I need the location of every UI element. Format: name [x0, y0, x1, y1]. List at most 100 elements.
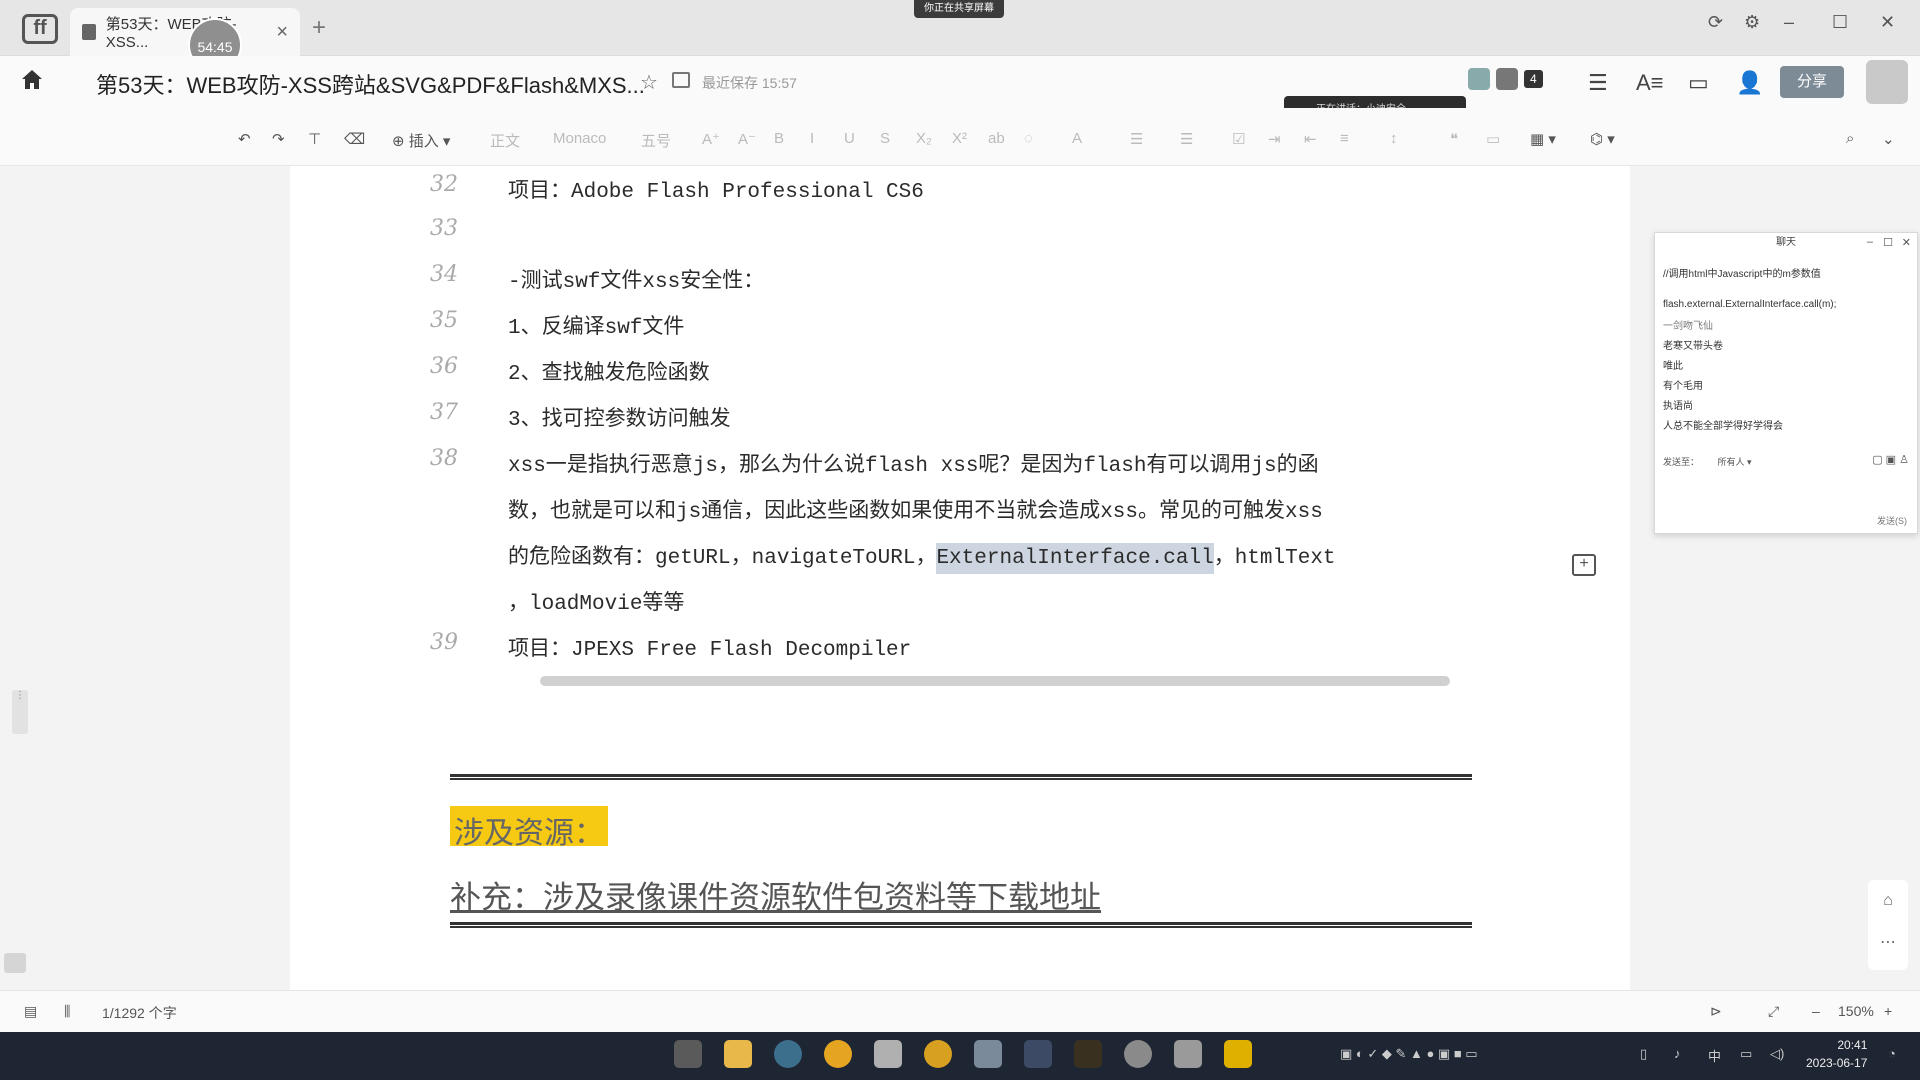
- network-icon[interactable]: ▭: [1740, 1046, 1752, 1062]
- decrease-font-icon[interactable]: A⁻: [738, 130, 756, 148]
- taskbar-app-icon[interactable]: [1174, 1040, 1202, 1068]
- shirt-icon[interactable]: ⌂: [1868, 892, 1908, 910]
- system-tray-icons[interactable]: ▣ ◐ ✓ ◆ ✎ ▲ ● ▣ ■ ▭: [1340, 1046, 1478, 1062]
- chat-window[interactable]: 聊天 – ☐ ✕ //调用html中Javascript中的m参数值 flash…: [1654, 232, 1918, 534]
- chat-maximize-icon[interactable]: ☐: [1883, 236, 1893, 249]
- table-icon[interactable]: ▦ ▾: [1530, 130, 1556, 148]
- increase-font-icon[interactable]: A⁺: [702, 130, 720, 148]
- close-tab-icon[interactable]: ×: [276, 21, 288, 44]
- notification-icon[interactable]: ◔: [1888, 1046, 1896, 1061]
- new-tab-icon[interactable]: +: [312, 14, 326, 42]
- eraser-icon[interactable]: ⌫: [344, 130, 365, 148]
- italic-icon[interactable]: I: [810, 130, 814, 147]
- code-block-scrollbar[interactable]: [540, 676, 1450, 686]
- microphone-icon[interactable]: ♪: [1674, 1046, 1681, 1061]
- vscode-icon[interactable]: [1024, 1040, 1052, 1068]
- line-spacing-icon[interactable]: ↕: [1390, 130, 1398, 147]
- numbered-list-icon[interactable]: ☰: [1180, 130, 1193, 148]
- document-title[interactable]: 第53天：WEB攻防-XSS跨站&SVG&PDF&Flash&MXS...: [96, 68, 645, 100]
- send-to-label: 发送至：: [1663, 457, 1700, 467]
- text-style-icon[interactable]: A≡: [1636, 70, 1664, 96]
- taskbar-app-icon[interactable]: [874, 1040, 902, 1068]
- present-icon[interactable]: ▭: [1688, 70, 1709, 96]
- document-tab[interactable]: 第53天：WEB攻防-XSS... ×: [70, 8, 300, 56]
- tray-expand-icon[interactable]: ▯: [1640, 1046, 1647, 1062]
- chat-minimize-icon[interactable]: –: [1867, 236, 1873, 248]
- plugin-icon[interactable]: ⌬ ▾: [1590, 130, 1615, 148]
- document-page[interactable]: 32 项目：Adobe Flash Professional CS6 33 34…: [290, 166, 1630, 990]
- sync-icon[interactable]: ⟳: [1708, 12, 1723, 33]
- supplement-link[interactable]: 补充：涉及录像课件资源软件包资料等下载地址: [450, 872, 1101, 917]
- file-explorer-icon[interactable]: [724, 1040, 752, 1068]
- home-icon[interactable]: [20, 68, 44, 90]
- superscript-icon[interactable]: X²: [952, 130, 967, 147]
- input-method-icon[interactable]: 中: [1708, 1046, 1721, 1065]
- collaborators[interactable]: 4: [1468, 68, 1543, 90]
- collapse-toolbar-icon[interactable]: ⌄: [1882, 130, 1895, 148]
- taskbar-app-icon[interactable]: [924, 1040, 952, 1068]
- chat-message: 一剑吻飞仙: [1663, 321, 1713, 332]
- outline-icon[interactable]: [4, 953, 26, 973]
- align-icon[interactable]: ≡: [1340, 130, 1349, 147]
- font-size-select[interactable]: 五号: [641, 130, 671, 151]
- subscript-icon[interactable]: X₂: [916, 130, 932, 147]
- zoom-level[interactable]: 150%: [1838, 1003, 1874, 1019]
- text-effect-icon[interactable]: ab: [988, 130, 1005, 147]
- page-view-icon[interactable]: ⫼: [64, 1003, 70, 1020]
- line-text: xss一是指执行恶意js，那么为什么说flash xss呢？是因为flash有可…: [508, 455, 1319, 478]
- bullet-list-icon[interactable]: ☰: [1130, 130, 1143, 148]
- edge-browser-icon[interactable]: [774, 1040, 802, 1068]
- star-icon[interactable]: ☆: [640, 70, 658, 95]
- folder-icon[interactable]: [672, 72, 690, 88]
- flash-app-icon[interactable]: [1074, 1040, 1102, 1068]
- collaborator-icon[interactable]: 👤: [1736, 70, 1763, 96]
- font-family-select[interactable]: Monaco: [553, 130, 606, 147]
- maximize-icon[interactable]: ☐: [1832, 12, 1848, 33]
- indent-icon[interactable]: ⇥: [1268, 130, 1281, 148]
- outline-toggle-handle[interactable]: ⋮: [12, 690, 28, 734]
- menu-icon[interactable]: ☰: [1588, 70, 1608, 96]
- user-avatar[interactable]: [1866, 60, 1908, 104]
- format-painter-icon[interactable]: ⊤: [308, 130, 321, 148]
- zoom-out-icon[interactable]: –: [1812, 1003, 1820, 1019]
- share-button[interactable]: 分享: [1780, 66, 1844, 98]
- minimize-icon[interactable]: –: [1784, 12, 1794, 33]
- outline-view-icon[interactable]: ▤: [24, 1003, 37, 1020]
- play-icon[interactable]: ⊳: [1710, 1003, 1722, 1020]
- close-window-icon[interactable]: ✕: [1880, 12, 1895, 33]
- volume-icon[interactable]: ◁): [1770, 1046, 1784, 1062]
- clock[interactable]: 20:41 2023-06-17: [1806, 1036, 1867, 1072]
- taskbar-app-icon[interactable]: [1224, 1040, 1252, 1068]
- chat-tool-icons[interactable]: ▢ ▣ ♙: [1872, 453, 1909, 466]
- redo-icon[interactable]: ↷: [272, 130, 285, 148]
- zoom-in-icon[interactable]: +: [1884, 1003, 1892, 1019]
- outdent-icon[interactable]: ⇤: [1304, 130, 1317, 148]
- undo-icon[interactable]: ↶: [238, 130, 251, 148]
- word-count[interactable]: 1/1292 个字: [102, 1003, 177, 1023]
- search-icon[interactable]: ⌕: [1846, 130, 1854, 147]
- taskbar-app-icon[interactable]: [1124, 1040, 1152, 1068]
- checklist-icon[interactable]: ☑: [1232, 130, 1245, 148]
- bold-icon[interactable]: B: [774, 130, 784, 147]
- selected-text[interactable]: ExternalInterface.call: [936, 543, 1214, 574]
- taskbar-app-icon[interactable]: [674, 1040, 702, 1068]
- app-logo-icon[interactable]: ff: [22, 14, 58, 44]
- quote-icon[interactable]: ❝: [1450, 130, 1458, 148]
- settings-icon[interactable]: ⚙: [1744, 12, 1760, 33]
- add-comment-icon[interactable]: +: [1572, 554, 1596, 576]
- highlight-icon[interactable]: ◌: [1024, 130, 1033, 147]
- send-to-select[interactable]: 所有人: [1718, 457, 1745, 467]
- more-icon[interactable]: ⋯: [1868, 932, 1908, 952]
- insert-button[interactable]: ⊕ 插入 ▾: [392, 130, 450, 151]
- tab-bar: ff 第53天：WEB攻防-XSS... × 54:45 + 你正在共享屏幕 ⟳…: [0, 0, 1920, 72]
- photos-icon[interactable]: [974, 1040, 1002, 1068]
- chat-close-icon[interactable]: ✕: [1902, 236, 1911, 249]
- font-color-icon[interactable]: A: [1072, 130, 1082, 147]
- divider-icon[interactable]: ▭: [1486, 130, 1500, 148]
- paragraph-style-select[interactable]: 正文: [490, 130, 520, 151]
- strikethrough-icon[interactable]: S: [880, 130, 890, 147]
- underline-icon[interactable]: U: [844, 130, 855, 147]
- chrome-browser-icon[interactable]: [824, 1040, 852, 1068]
- fullscreen-icon[interactable]: ⤢: [1768, 1003, 1779, 1020]
- send-button[interactable]: 发送(S): [1877, 514, 1907, 527]
